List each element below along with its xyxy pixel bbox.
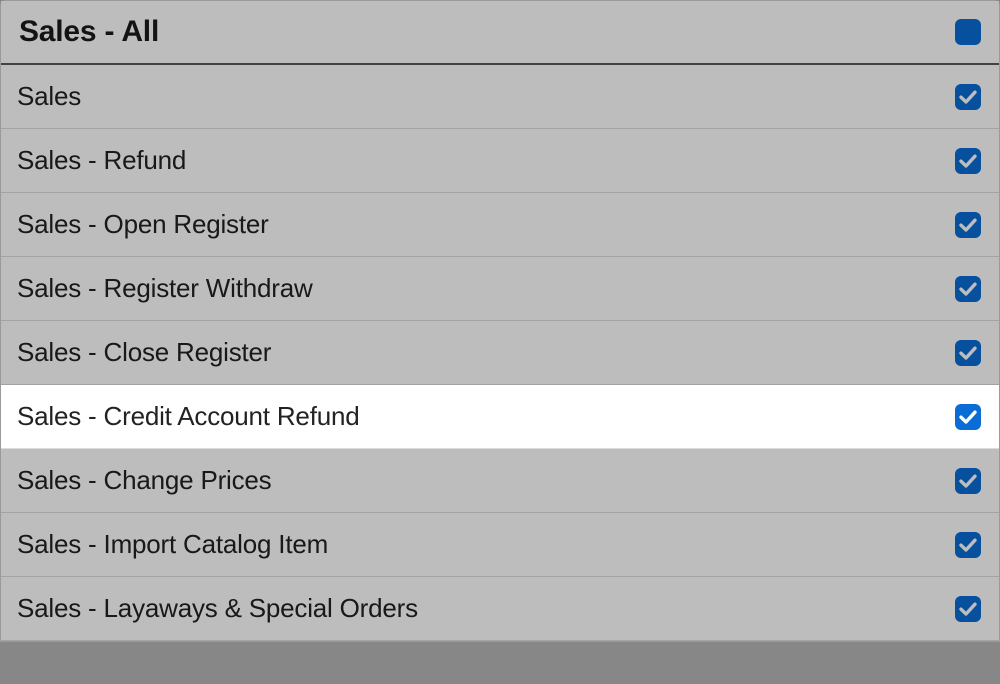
permission-label: Sales - Register Withdraw bbox=[17, 273, 313, 304]
checkbox-checked-icon[interactable] bbox=[955, 340, 981, 366]
permission-row[interactable]: Sales - Close Register bbox=[1, 321, 999, 385]
permissions-list: Sales - All Sales Sales - Refund Sales - O… bbox=[0, 0, 1000, 684]
checkbox-checked-icon[interactable] bbox=[955, 468, 981, 494]
checkbox-checked-icon[interactable] bbox=[955, 148, 981, 174]
permission-label: Sales - Import Catalog Item bbox=[17, 529, 328, 560]
permission-row[interactable]: Sales - Open Register bbox=[1, 193, 999, 257]
checkbox-checked-icon[interactable] bbox=[955, 276, 981, 302]
checkbox-checked-icon[interactable] bbox=[955, 596, 981, 622]
checkbox-indeterminate-icon[interactable] bbox=[955, 19, 981, 45]
permission-row[interactable]: Sales - Refund bbox=[1, 129, 999, 193]
group-header-row[interactable]: Sales - All bbox=[1, 1, 999, 65]
checkbox-checked-icon[interactable] bbox=[955, 84, 981, 110]
items-container: Sales Sales - Refund Sales - Open Register… bbox=[1, 65, 999, 641]
permission-label: Sales - Credit Account Refund bbox=[17, 401, 360, 432]
permission-row[interactable]: Sales - Import Catalog Item bbox=[1, 513, 999, 577]
checkbox-checked-icon[interactable] bbox=[955, 532, 981, 558]
permission-label: Sales - Layaways & Special Orders bbox=[17, 593, 418, 624]
permission-label: Sales - Open Register bbox=[17, 209, 269, 240]
permission-label: Sales - Refund bbox=[17, 145, 186, 176]
group-header-title: Sales - All bbox=[19, 15, 159, 49]
permission-label: Sales bbox=[17, 81, 81, 112]
permission-row[interactable]: Sales - Layaways & Special Orders bbox=[1, 577, 999, 641]
permission-label: Sales - Change Prices bbox=[17, 465, 271, 496]
permission-row[interactable]: Sales bbox=[1, 65, 999, 129]
permission-row[interactable]: Sales - Credit Account Refund bbox=[1, 385, 999, 449]
checkbox-checked-icon[interactable] bbox=[955, 212, 981, 238]
checkbox-checked-icon[interactable] bbox=[955, 404, 981, 430]
permission-row[interactable]: Sales - Register Withdraw bbox=[1, 257, 999, 321]
permission-label: Sales - Close Register bbox=[17, 337, 271, 368]
permission-row[interactable]: Sales - Change Prices bbox=[1, 449, 999, 513]
list-sheet: Sales - All Sales Sales - Refund Sales - O… bbox=[0, 0, 1000, 642]
